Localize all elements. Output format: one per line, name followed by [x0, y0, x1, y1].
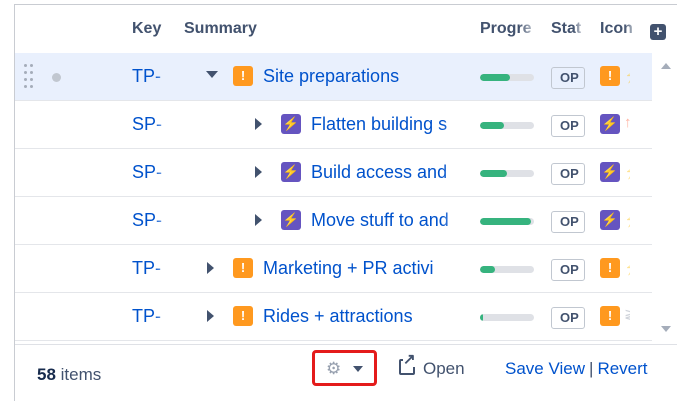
progress-fill	[480, 218, 532, 225]
item-count-suffix: items	[55, 365, 102, 384]
view-actions: Save View | Revert	[505, 359, 648, 379]
status-badge[interactable]: OP	[551, 211, 585, 233]
chevron-right-icon[interactable]	[255, 166, 262, 178]
table-row[interactable]: SP- ⚡ Move stuff to and OP ⚡⚡	[15, 197, 652, 245]
table-row[interactable]: SP- ⚡ Flatten building s OP ⚡ ↑	[15, 101, 652, 149]
column-header-summary[interactable]: Summary	[184, 20, 257, 38]
status-badge[interactable]: OP	[551, 115, 585, 137]
lightning-icon: ⚡	[600, 114, 620, 134]
status-badge[interactable]: OP	[551, 259, 585, 281]
open-label: Open	[423, 359, 465, 378]
progress-bar	[480, 218, 534, 225]
item-count: 58 items	[37, 365, 101, 385]
icons-cell: ⚡⚡	[600, 210, 630, 232]
grid-footer: 58 items ⚙ Open Save View|Revert	[15, 344, 677, 402]
idea-bulb-icon: !	[233, 66, 253, 86]
icons-cell: !≷	[600, 306, 630, 328]
add-column-icon[interactable]: +	[650, 24, 666, 40]
save-view-link[interactable]: Save View	[505, 359, 585, 378]
lightning-icon: ⚡	[600, 162, 620, 182]
progress-fill	[480, 74, 510, 81]
status-badge[interactable]: OP	[551, 307, 585, 329]
priority-icon: ≷	[624, 306, 630, 324]
column-header-icons[interactable]: Icon	[600, 20, 638, 38]
issue-summary[interactable]: Move stuff to and	[311, 210, 466, 231]
priority-icon: ⚡	[624, 66, 630, 84]
priority-icon: ⚡	[624, 258, 630, 276]
chevron-right-icon[interactable]	[255, 118, 262, 130]
issue-key[interactable]: TP-	[132, 66, 172, 87]
chevron-right-icon[interactable]	[255, 214, 262, 226]
progress-bar	[480, 266, 534, 273]
progress-fill	[480, 266, 496, 273]
progress-bar	[480, 314, 534, 321]
idea-bulb-icon: !	[600, 66, 620, 86]
open-button[interactable]: Open	[399, 352, 465, 379]
lightning-icon: ⚡	[281, 162, 301, 182]
progress-bar	[480, 122, 534, 129]
lightning-icon: ⚡	[281, 114, 301, 134]
chevron-right-icon[interactable]	[207, 262, 214, 274]
idea-bulb-icon: !	[600, 306, 620, 326]
progress-fill	[480, 122, 505, 129]
progress-fill	[480, 314, 484, 321]
column-header-row: Key Summary Progre Stat Icon +	[15, 5, 677, 53]
priority-icon: ⚡	[624, 162, 630, 180]
caret-down-icon	[353, 366, 363, 372]
status-badge[interactable]: OP	[551, 163, 585, 185]
table-row[interactable]: TP- ! Marketing + PR activi OP !⚡	[15, 245, 652, 293]
issue-summary[interactable]: Site preparations	[263, 66, 463, 87]
scroll-up-arrow-icon[interactable]	[661, 63, 671, 69]
icons-cell: !⚡	[600, 66, 630, 88]
revert-link[interactable]: Revert	[597, 359, 647, 378]
issue-key[interactable]: TP-	[132, 258, 172, 279]
separator: |	[589, 359, 594, 378]
priority-icon: ↑	[624, 114, 630, 131]
row-marker-dot	[52, 73, 61, 82]
settings-menu-button[interactable]: ⚙	[312, 350, 377, 386]
issue-key[interactable]: SP-	[132, 162, 172, 183]
table-row[interactable]: TP- ! Rides + attractions OP !≷	[15, 293, 652, 341]
issue-key[interactable]: SP-	[132, 114, 172, 135]
scroll-down-arrow-icon[interactable]	[661, 326, 671, 332]
issue-summary[interactable]: Flatten building s	[311, 114, 466, 135]
lightning-icon: ⚡	[600, 210, 620, 230]
icons-cell: ⚡⚡	[600, 162, 630, 184]
item-count-number: 58	[37, 365, 56, 384]
issue-key[interactable]: SP-	[132, 210, 172, 231]
chevron-right-icon[interactable]	[207, 310, 214, 322]
status-badge[interactable]: OP	[551, 67, 585, 89]
external-link-icon	[399, 352, 416, 375]
table-row[interactable]: SP- ⚡ Build access and OP ⚡⚡	[15, 149, 652, 197]
idea-bulb-icon: !	[233, 306, 253, 326]
icons-cell: !⚡	[600, 258, 630, 280]
gear-icon: ⚙	[326, 359, 342, 378]
issue-key[interactable]: TP-	[132, 306, 172, 327]
column-header-status[interactable]: Stat	[551, 20, 585, 38]
lightning-icon: ⚡	[281, 210, 301, 230]
column-header-key[interactable]: Key	[132, 20, 168, 38]
progress-fill	[480, 170, 507, 177]
column-header-progress[interactable]: Progre	[480, 20, 540, 38]
issue-summary[interactable]: Marketing + PR activi	[263, 258, 463, 279]
progress-bar	[480, 170, 534, 177]
icons-cell: ⚡ ↑	[600, 114, 630, 136]
issue-summary[interactable]: Build access and	[311, 162, 466, 183]
structure-grid: Key Summary Progre Stat Icon + TP- ! Sit…	[14, 4, 677, 402]
chevron-down-icon[interactable]	[206, 71, 218, 78]
issue-summary[interactable]: Rides + attractions	[263, 306, 463, 327]
priority-icon: ⚡	[624, 210, 630, 228]
idea-bulb-icon: !	[233, 258, 253, 278]
drag-handle-icon[interactable]	[24, 64, 36, 88]
progress-bar	[480, 74, 534, 81]
table-row[interactable]: TP- ! Site preparations OP !⚡	[15, 53, 652, 101]
idea-bulb-icon: !	[600, 258, 620, 278]
